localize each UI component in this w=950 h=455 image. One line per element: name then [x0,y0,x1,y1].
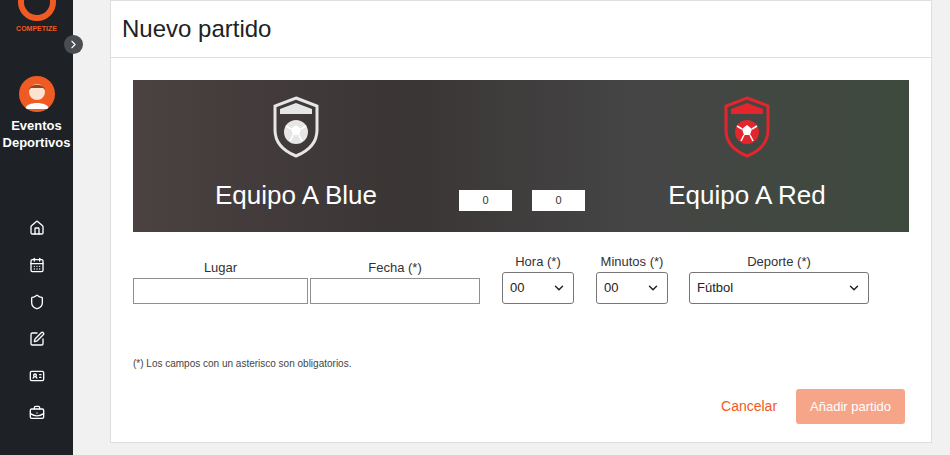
match-banner: Equipo A Blue 00 Equipo A Red [133,80,909,232]
form-actions: Cancelar Añadir partido [133,389,909,424]
home-icon [29,220,45,236]
field-label: Minutos (*) [601,254,664,270]
nav-card[interactable] [0,357,73,394]
field-select[interactable]: 00 [502,272,574,304]
team-logo-icon [271,96,321,158]
form-field: Deporte (*) Fútbol [689,254,869,304]
nav-edit[interactable] [0,320,73,357]
briefcase-icon [29,405,45,421]
nav-calendar[interactable] [0,246,73,283]
field-input[interactable] [310,278,480,304]
sidebar-nav [0,209,73,431]
brand-name: COMPETIZE [16,25,57,32]
card-body: Equipo A Blue 00 Equipo A Red Lugar Fecha (*… [111,58,931,424]
app: COMPETIZE Eventos Deportivos Nuevo partido… [0,0,950,455]
sidebar-toggle[interactable] [64,35,83,54]
shield-icon [29,294,45,310]
select-value: 00 [604,278,618,298]
calendar-icon [29,257,45,273]
user-avatar[interactable] [19,76,55,112]
chevron-down-icon [646,281,660,295]
form-row: Lugar Fecha (*) Hora (*) 00 Minutos (*) 00 Dep… [133,254,909,304]
form-field: Fecha (*) [310,260,480,304]
team-name: Equipo A Red [668,180,826,210]
match-card: Nuevo partido Equipo A Blue 00 Equipo A Red… [110,0,932,443]
card-header: Nuevo partido [111,1,931,58]
away-score-input[interactable]: 0 [532,190,585,211]
sidebar: COMPETIZE Eventos Deportivos [0,0,73,455]
avatar-face-icon [22,79,52,109]
field-label: Fecha (*) [368,260,421,276]
nav-briefcase[interactable] [0,394,73,431]
field-label: Hora (*) [515,254,561,270]
field-input[interactable] [133,278,308,304]
chevron-right-icon [67,38,80,51]
field-select[interactable]: Fútbol [689,272,869,304]
user-name: Eventos Deportivos [0,117,73,151]
home-team: Equipo A Blue [133,80,459,210]
page-title: Nuevo partido [122,16,920,42]
nav-teams[interactable] [0,283,73,320]
form-field: Minutos (*) 00 [596,254,668,304]
select-value: Fútbol [697,278,733,298]
edit-icon [29,331,45,347]
home-score-input[interactable]: 0 [459,190,512,211]
away-team: Equipo A Red [585,80,909,210]
cancel-button[interactable]: Cancelar [721,396,777,417]
field-label: Deporte (*) [747,254,811,270]
submit-button[interactable]: Añadir partido [796,389,905,424]
form-field: Hora (*) 00 [502,254,574,304]
chevron-down-icon [552,281,566,295]
brand-ring-icon [17,0,57,22]
required-note: (*) Los campos con un asterisco son obli… [133,358,909,370]
field-select[interactable]: 00 [596,272,668,304]
brand-logo[interactable]: COMPETIZE [16,0,57,32]
field-label: Lugar [204,260,237,276]
chevron-down-icon [847,281,861,295]
select-value: 00 [510,278,524,298]
team-logo-icon [722,96,772,158]
form-field: Lugar [133,260,308,304]
team-name: Equipo A Blue [215,180,377,210]
id-card-icon [29,368,45,384]
main: Nuevo partido Equipo A Blue 00 Equipo A Red… [73,0,950,455]
nav-home[interactable] [0,209,73,246]
score-inputs: 00 [459,190,585,211]
